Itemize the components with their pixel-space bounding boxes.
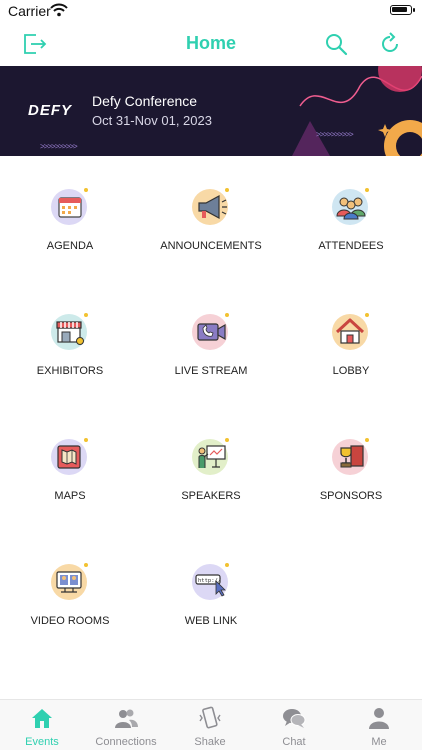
chat-bubbles-icon bbox=[283, 709, 306, 728]
tile-maps[interactable]: MAPS bbox=[0, 406, 140, 531]
house-icon bbox=[32, 709, 52, 728]
event-banner[interactable]: DEFY Defy Conference Oct 31-Nov 01, 2023… bbox=[0, 66, 422, 156]
carrier-label: Carrier bbox=[8, 3, 51, 19]
shake-phone-icon bbox=[199, 706, 221, 729]
battery-icon bbox=[390, 5, 415, 15]
tile-video-rooms[interactable]: VIDEO ROOMS bbox=[0, 531, 140, 656]
event-name: Defy Conference bbox=[92, 93, 198, 109]
tile-label: VIDEO ROOMS bbox=[30, 615, 110, 627]
storefront-icon bbox=[51, 313, 88, 350]
people-icon bbox=[332, 188, 369, 225]
video-rooms-icon bbox=[51, 563, 88, 600]
tile-label: SPONSORS bbox=[319, 490, 383, 502]
page-title: Home bbox=[185, 33, 236, 53]
map-icon bbox=[51, 438, 88, 475]
tab-label: Connections bbox=[95, 736, 157, 748]
trophy-icon bbox=[332, 438, 369, 475]
tile-sponsors[interactable]: SPONSORS bbox=[281, 406, 421, 531]
video-call-icon bbox=[192, 313, 229, 350]
tile-label: ANNOUNCEMENTS bbox=[160, 240, 262, 252]
tile-label: ATTENDEES bbox=[318, 240, 384, 252]
tile-label: EXHIBITORS bbox=[36, 365, 104, 377]
tile-live-stream[interactable]: LIVE STREAM bbox=[141, 281, 281, 406]
tab-label: Chat bbox=[282, 736, 306, 748]
tile-speakers[interactable]: SPEAKERS bbox=[141, 406, 281, 531]
tile-agenda[interactable]: AGENDA bbox=[0, 156, 140, 281]
tile-announcements[interactable]: ANNOUNCEMENTS bbox=[141, 156, 281, 281]
connections-icon bbox=[115, 709, 138, 728]
tile-label: LOBBY bbox=[332, 365, 370, 377]
tile-label: WEB LINK bbox=[184, 615, 238, 627]
tile-label: AGENDA bbox=[46, 240, 94, 252]
tile-lobby[interactable]: LOBBY bbox=[281, 281, 421, 406]
megaphone-icon bbox=[192, 188, 229, 225]
tab-shake[interactable]: Shake bbox=[168, 700, 252, 751]
tab-connections[interactable]: Connections bbox=[84, 700, 168, 751]
tab-label: Me bbox=[371, 736, 387, 748]
wifi-icon bbox=[50, 3, 68, 22]
refresh-icon bbox=[382, 32, 398, 52]
tab-events[interactable]: Events bbox=[0, 700, 84, 751]
event-dates: Oct 31-Nov 01, 2023 bbox=[92, 113, 212, 128]
tab-me[interactable]: Me bbox=[337, 700, 421, 751]
navigation-bar: Home bbox=[0, 22, 422, 66]
search-button[interactable] bbox=[320, 28, 352, 60]
status-bar: Carrier bbox=[0, 0, 422, 22]
web-link-icon: http:// bbox=[192, 563, 229, 600]
presenter-icon bbox=[192, 438, 229, 475]
tab-label: Events bbox=[25, 736, 59, 748]
tile-web-link[interactable]: http:// WEB LINK bbox=[141, 531, 281, 656]
tile-label: MAPS bbox=[54, 490, 86, 502]
arrows-decoration: >>>>>>>>>> bbox=[40, 142, 78, 151]
person-icon bbox=[369, 708, 389, 729]
calendar-icon bbox=[51, 188, 88, 225]
arrows-decoration: >>>>>>>>>> bbox=[316, 130, 354, 139]
tab-chat[interactable]: Chat bbox=[252, 700, 336, 751]
tile-exhibitors[interactable]: EXHIBITORS bbox=[0, 281, 140, 406]
tile-label: LIVE STREAM bbox=[174, 365, 248, 377]
tile-attendees[interactable]: ATTENDEES bbox=[281, 156, 421, 281]
search-icon bbox=[326, 34, 348, 56]
tab-label: Shake bbox=[194, 736, 226, 748]
tab-bar: Events Connections Shake Chat Me bbox=[0, 699, 422, 750]
tile-label: SPEAKERS bbox=[181, 490, 241, 502]
refresh-button[interactable] bbox=[374, 28, 406, 60]
house-icon bbox=[332, 313, 369, 350]
event-logo: DEFY bbox=[28, 102, 73, 119]
